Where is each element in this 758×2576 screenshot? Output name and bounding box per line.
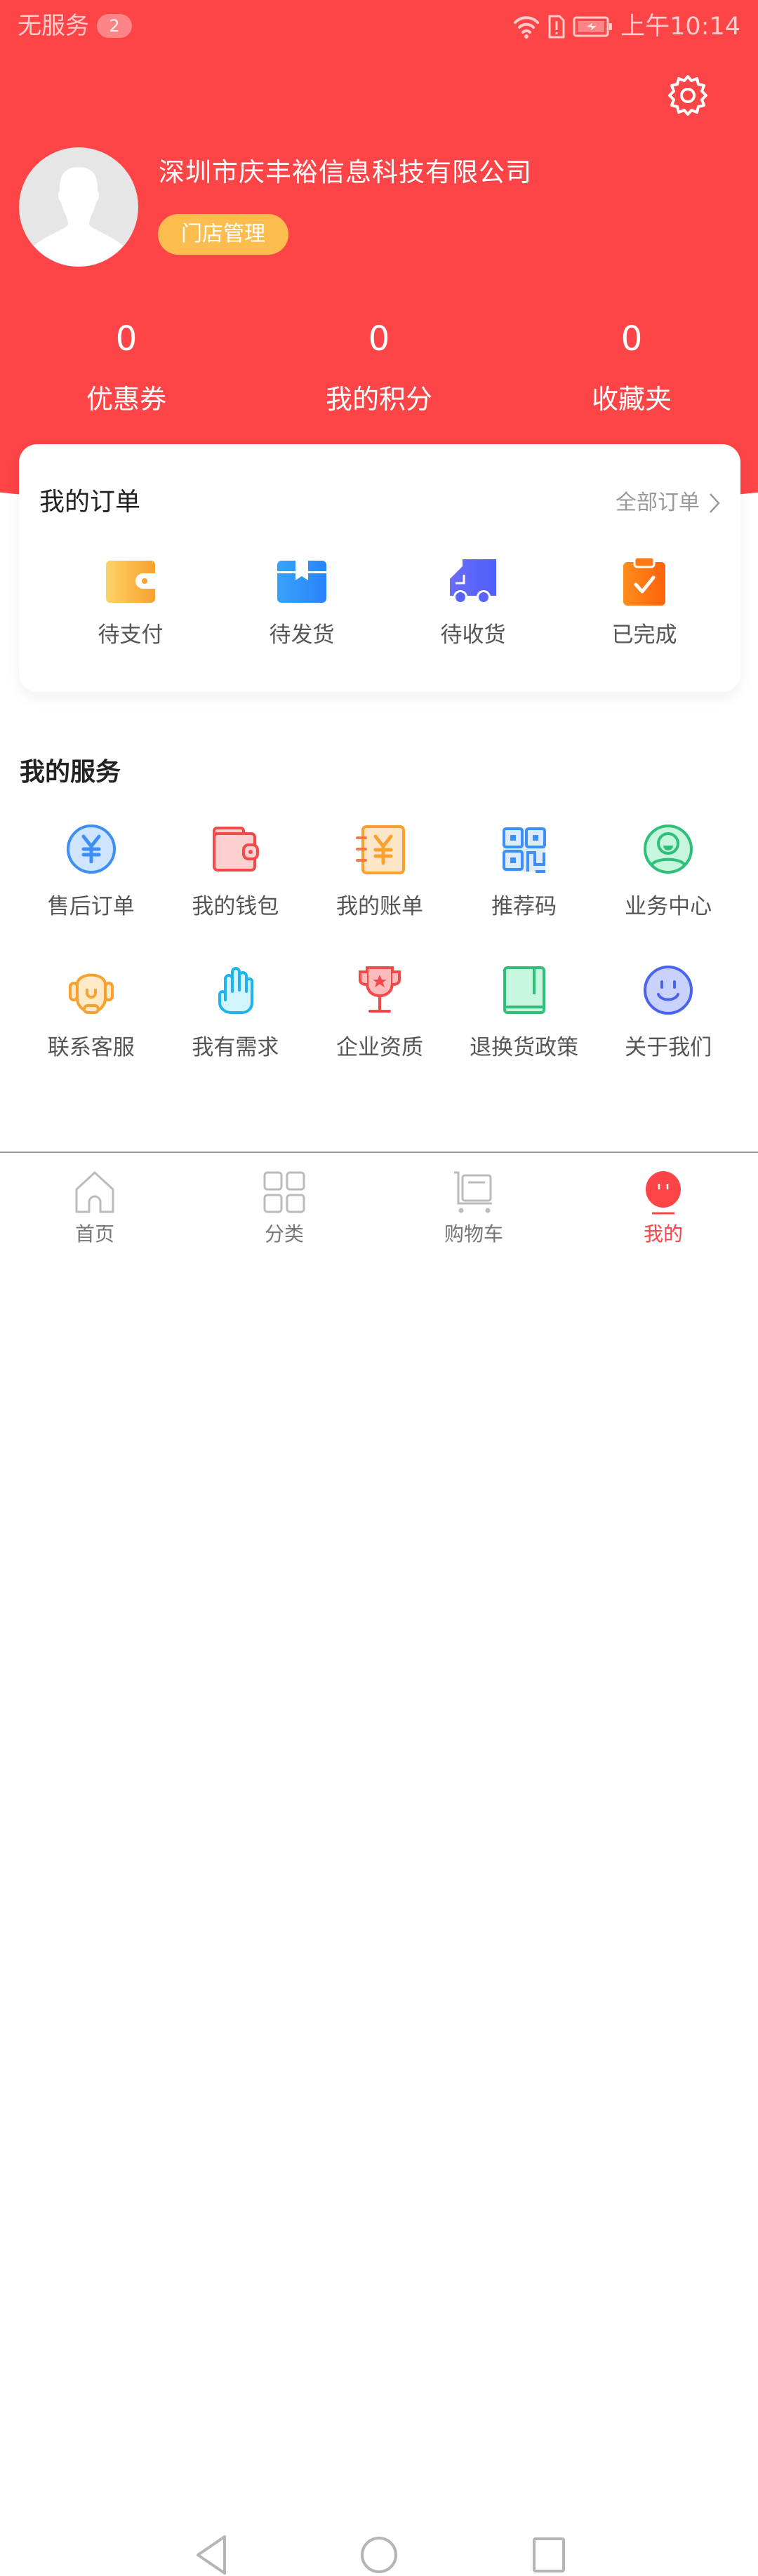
tab-label: 我的 [643, 1222, 683, 1246]
stat-value: 0 [115, 319, 138, 359]
back-icon[interactable] [190, 2534, 232, 2576]
stat-value: 0 [368, 319, 390, 359]
bill-book-icon [355, 825, 405, 874]
order-label: 待支付 [98, 622, 164, 648]
hand-icon [218, 967, 254, 1014]
user-circle-icon [644, 825, 693, 874]
battery-charging-icon [573, 16, 613, 37]
tab-me[interactable]: 我的 [568, 1153, 758, 1251]
service-my-wallet[interactable]: 我的钱包 [164, 821, 308, 962]
tab-label: 首页 [74, 1222, 114, 1246]
tab-label: 购物车 [444, 1222, 503, 1246]
service-referral-code[interactable]: 推荐码 [452, 821, 597, 962]
orders-card: 我的订单 全部订单 待支付 待发货 待收货 已完成 [19, 444, 740, 692]
status-bar: 无服务 2 上午10:14 [0, 0, 758, 53]
truck-icon [450, 559, 496, 604]
service-after-sales-orders[interactable]: 售后订单 [19, 821, 164, 962]
orders-title: 我的订单 [39, 488, 141, 516]
service-my-requirements[interactable]: 我有需求 [164, 962, 308, 1103]
service-label: 售后订单 [47, 894, 135, 919]
services-title: 我的服务 [20, 758, 121, 787]
service-label: 企业资质 [335, 1035, 423, 1060]
carrier-text: 无服务 [18, 12, 89, 40]
system-nav-bar [0, 1251, 758, 2575]
service-label: 业务中心 [625, 894, 712, 919]
service-label: 我的账单 [335, 894, 423, 919]
trophy-icon [358, 966, 401, 1013]
service-my-bills[interactable]: 我的账单 [307, 821, 452, 962]
book-icon [503, 966, 545, 1014]
stat-coupons[interactable]: 0 优惠券 [0, 312, 253, 420]
service-about-us[interactable]: 关于我们 [596, 962, 740, 1103]
settings-button[interactable] [665, 73, 710, 118]
store-management-button[interactable]: 门店管理 [158, 214, 288, 255]
smiley-icon [644, 966, 693, 1015]
order-completed[interactable]: 已完成 [559, 556, 730, 650]
tab-home[interactable]: 首页 [0, 1153, 190, 1251]
service-label: 我的钱包 [192, 894, 279, 919]
grid-icon [263, 1171, 305, 1213]
home-icon [75, 1171, 114, 1213]
order-pending-receipt[interactable]: 待收货 [387, 556, 559, 650]
qr-code-icon [502, 827, 546, 873]
tab-label: 分类 [264, 1222, 304, 1246]
order-status-row: 待支付 待发货 待收货 已完成 [19, 556, 740, 650]
tab-categories[interactable]: 分类 [190, 1153, 379, 1251]
service-label: 我有需求 [192, 1035, 279, 1060]
company-name: 深圳市庆丰裕信息科技有限公司 [159, 157, 532, 187]
recents-icon[interactable] [528, 2534, 570, 2576]
order-label: 已完成 [611, 622, 677, 648]
service-return-policy[interactable]: 退换货政策 [452, 962, 597, 1103]
service-business-center[interactable]: 业务中心 [596, 821, 740, 962]
service-contact-support[interactable]: 联系客服 [19, 962, 164, 1103]
headset-icon [68, 973, 114, 1015]
cart-icon [454, 1171, 492, 1213]
wifi-icon [514, 16, 540, 39]
stat-label: 优惠券 [86, 384, 166, 415]
package-icon [277, 559, 326, 603]
default-user-avatar-icon [34, 167, 123, 267]
clipboard-check-icon [623, 556, 665, 606]
service-label: 推荐码 [491, 894, 557, 919]
service-label: 关于我们 [625, 1035, 712, 1060]
sim-alert-icon [548, 15, 565, 39]
status-time: 上午10:14 [620, 13, 740, 41]
services-grid: 售后订单 我的钱包 我的账单 推荐码 业务中心 联系客服 我有需求 企业资质 退… [19, 821, 740, 1103]
wallet-icon [106, 561, 155, 603]
stat-label: 收藏夹 [591, 384, 672, 415]
chevron-right-icon [710, 493, 720, 513]
profile-icon [646, 1171, 681, 1215]
avatar[interactable] [19, 147, 138, 267]
yen-coin-icon [66, 825, 116, 874]
stat-favorites[interactable]: 0 收藏夹 [505, 312, 758, 420]
view-all-orders-link[interactable]: 全部订单 [616, 488, 721, 519]
order-label: 待收货 [440, 622, 506, 648]
order-label: 待发货 [269, 622, 335, 648]
gear-icon [668, 75, 707, 116]
view-all-orders-label: 全部订单 [616, 490, 700, 515]
home-circle-icon[interactable] [358, 2534, 400, 2576]
stat-points[interactable]: 0 我的积分 [253, 312, 505, 420]
stat-label: 我的积分 [325, 384, 432, 415]
service-company-qualifications[interactable]: 企业资质 [307, 962, 452, 1103]
stats-row: 0 优惠券 0 我的积分 0 收藏夹 [0, 312, 758, 420]
order-pending-payment[interactable]: 待支付 [45, 556, 216, 650]
tab-cart[interactable]: 购物车 [379, 1153, 568, 1251]
notification-count-badge: 2 [97, 14, 132, 38]
service-label: 退换货政策 [470, 1035, 579, 1060]
stat-value: 0 [620, 319, 643, 359]
bottom-tab-bar: 首页 分类 购物车 我的 [0, 1152, 758, 1251]
order-pending-shipment[interactable]: 待发货 [216, 556, 387, 650]
service-label: 联系客服 [47, 1035, 135, 1060]
wallet-icon [213, 827, 260, 872]
status-indicators: 上午10:14 [512, 11, 740, 42]
